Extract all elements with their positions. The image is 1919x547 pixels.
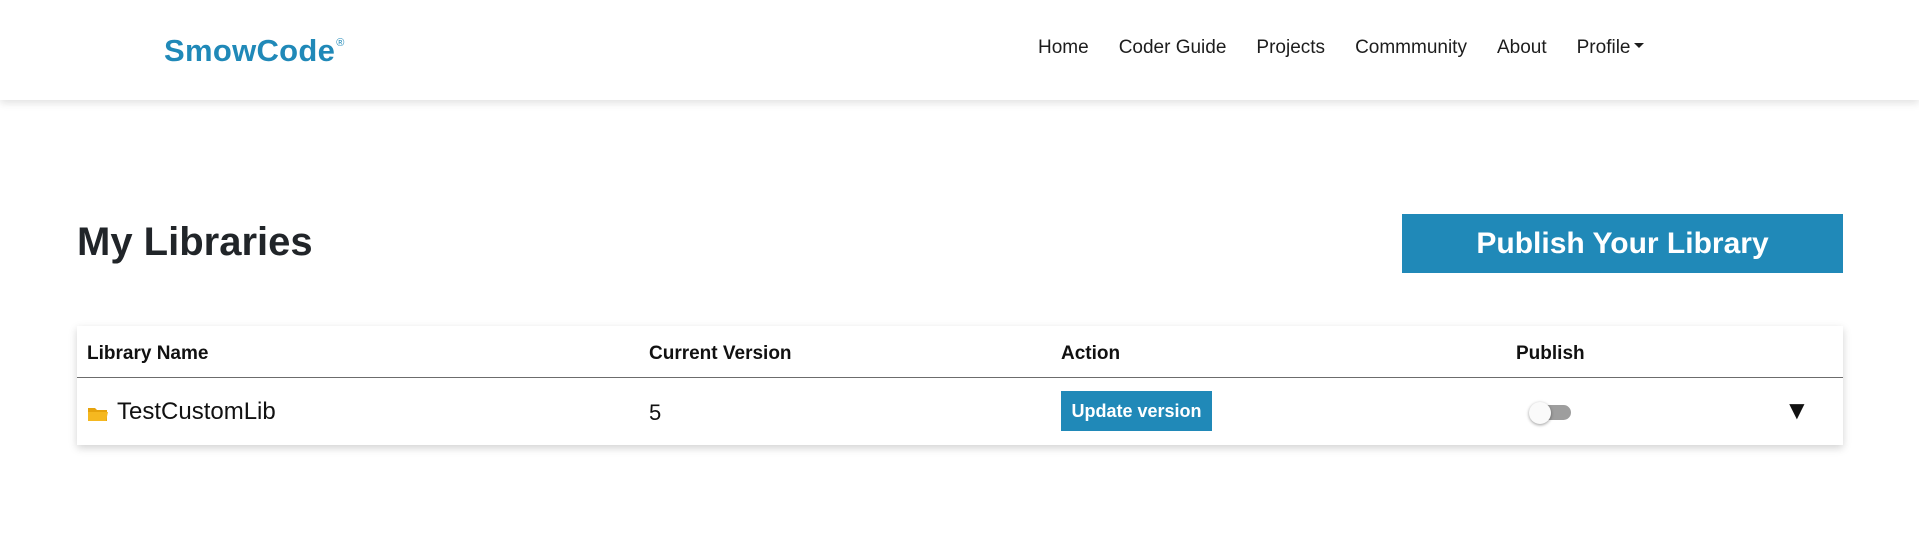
library-name: TestCustomLib — [117, 398, 276, 425]
update-version-button[interactable]: Update version — [1061, 391, 1212, 431]
page-title: My Libraries — [77, 220, 313, 264]
brand-name: SmowCode — [164, 33, 336, 68]
libraries-table: Library Name Current Version Action Publ… — [77, 326, 1843, 445]
expand-arrow-icon[interactable]: ▼ — [1784, 395, 1810, 426]
header-action: Action — [1061, 343, 1121, 364]
library-name-cell: TestCustomLib — [87, 398, 276, 426]
nav-link-about[interactable]: About — [1497, 37, 1547, 59]
publish-library-button[interactable]: Publish Your Library — [1402, 214, 1843, 273]
header-publish: Publish — [1516, 343, 1585, 364]
nav-link-projects[interactable]: Projects — [1256, 37, 1325, 59]
profile-label: Profile — [1576, 37, 1631, 58]
top-navbar: SmowCode® Home Coder Guide Projects Comm… — [0, 0, 1919, 100]
publish-toggle[interactable] — [1529, 402, 1573, 424]
nav-link-home[interactable]: Home — [1038, 37, 1089, 59]
nav-link-community[interactable]: Commmunity — [1355, 37, 1467, 59]
table-row: TestCustomLib 5 Update version ▼ — [77, 378, 1843, 444]
nav-links: Home Coder Guide Projects Commmunity Abo… — [1038, 37, 1645, 59]
folder-icon — [88, 408, 108, 421]
toggle-knob — [1529, 402, 1551, 424]
nav-profile-dropdown[interactable]: Profile — [1577, 37, 1645, 59]
brand-logo[interactable]: SmowCode® — [164, 33, 345, 69]
header-current-version: Current Version — [649, 343, 792, 364]
table-header: Library Name Current Version Action Publ… — [77, 326, 1843, 378]
nav-link-coder-guide[interactable]: Coder Guide — [1119, 37, 1227, 59]
current-version: 5 — [649, 400, 662, 425]
header-library-name: Library Name — [87, 343, 209, 364]
brand-registered-mark: ® — [336, 36, 345, 49]
caret-down-icon — [1634, 43, 1645, 49]
